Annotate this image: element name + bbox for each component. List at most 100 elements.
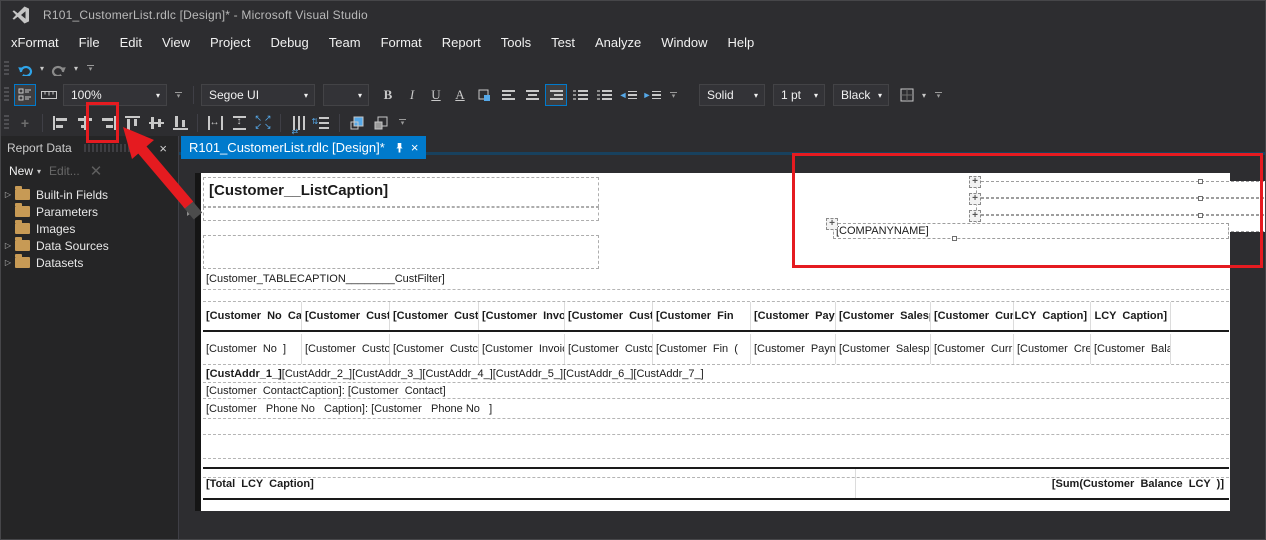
- toolbar-overflow-icon[interactable]: ▾: [670, 91, 677, 100]
- menu-xformat[interactable]: xFormat: [1, 31, 69, 54]
- pin-icon[interactable]: [139, 142, 149, 154]
- selection-handle[interactable]: [952, 236, 958, 241]
- increase-indent-button[interactable]: ►: [641, 84, 663, 106]
- selection-handle[interactable]: [1197, 179, 1203, 184]
- data-cell[interactable]: [Customer Invoic: [479, 334, 565, 364]
- zoom-combobox[interactable]: 100% ▾: [63, 84, 167, 106]
- font-name-combobox[interactable]: Segoe UI ▾: [201, 84, 315, 106]
- border-width-combobox[interactable]: 1 pt ▾: [773, 84, 825, 106]
- make-same-width-button[interactable]: ↔: [204, 112, 226, 134]
- close-icon[interactable]: ×: [159, 141, 167, 156]
- tab-close-icon[interactable]: ×: [411, 140, 419, 155]
- decrease-indent-button[interactable]: ◄: [617, 84, 639, 106]
- header-cell[interactable]: [Customer Invoi: [479, 302, 565, 330]
- expander-icon[interactable]: ▷: [1, 190, 15, 199]
- panel-title-bar[interactable]: Report Data ×: [1, 136, 178, 160]
- menu-window[interactable]: Window: [651, 31, 717, 54]
- data-cell[interactable]: [Customer Custc: [302, 334, 390, 364]
- move-handle-icon[interactable]: +: [969, 176, 981, 188]
- company-name-textbox[interactable]: + [COMPANYNAME]: [826, 218, 1229, 241]
- data-cell[interactable]: [Customer Salesper: [836, 334, 931, 364]
- data-cell[interactable]: [Customer Custc: [390, 334, 479, 364]
- table-total-row[interactable]: [Total LCY Caption] [Sum(Customer Balanc…: [203, 469, 1229, 500]
- toolbar-grip[interactable]: [4, 114, 9, 131]
- data-cell[interactable]: [Customer Credi: [1014, 334, 1091, 364]
- list-caption-textbox[interactable]: [Customer__ListCaption]: [203, 177, 599, 207]
- menu-help[interactable]: Help: [717, 31, 764, 54]
- delete-icon[interactable]: ✕: [90, 162, 103, 180]
- tree-item-datasets[interactable]: ▷ Datasets: [1, 254, 178, 271]
- total-sum-cell[interactable]: [Sum(Customer Balance LCY )]: [856, 469, 1229, 498]
- align-text-left-button[interactable]: [497, 84, 519, 106]
- header-cell[interactable]: [Customer Fin: [653, 302, 751, 330]
- header-cell[interactable]: [Customer Cust: [565, 302, 653, 330]
- font-size-combobox[interactable]: ▾: [323, 84, 369, 106]
- align-bottoms-button[interactable]: [169, 112, 191, 134]
- menu-view[interactable]: View: [152, 31, 200, 54]
- header-cell[interactable]: [Customer Custo: [302, 302, 390, 330]
- bullet-list-button[interactable]: [593, 84, 615, 106]
- make-same-height-button[interactable]: ↕: [228, 112, 250, 134]
- report-data-toggle-button[interactable]: [14, 84, 36, 106]
- data-cell[interactable]: [1171, 334, 1229, 364]
- menu-file[interactable]: File: [69, 31, 110, 54]
- toolbar-grip[interactable]: [4, 60, 9, 77]
- bring-to-front-button[interactable]: [346, 112, 368, 134]
- header-cell[interactable]: [1171, 302, 1229, 330]
- move-handle-icon[interactable]: +: [969, 193, 981, 205]
- bold-button[interactable]: B: [377, 84, 399, 106]
- menu-edit[interactable]: Edit: [110, 31, 152, 54]
- data-cell[interactable]: [Customer Balan: [1091, 334, 1171, 364]
- make-same-size-button[interactable]: ↖ ↘ ↗ ↙: [252, 112, 274, 134]
- header-cell[interactable]: [Customer Salespe: [836, 302, 931, 330]
- toolbar-grip[interactable]: [4, 87, 9, 103]
- document-tab[interactable]: R101_CustomerList.rdlc [Design]* ×: [181, 136, 427, 159]
- move-handle-icon[interactable]: +: [969, 210, 981, 222]
- header-cell[interactable]: [Customer Payn: [751, 302, 836, 330]
- redo-dropdown-icon[interactable]: ▾: [74, 64, 78, 73]
- underline-button[interactable]: U: [425, 84, 447, 106]
- data-cell[interactable]: [Customer Fin (: [653, 334, 751, 364]
- numbered-list-button[interactable]: [569, 84, 591, 106]
- header-cell[interactable]: [Customer Cust: [390, 302, 479, 330]
- new-button[interactable]: New: [9, 164, 33, 178]
- data-cell[interactable]: [Customer No ]: [203, 334, 302, 364]
- table-header-row[interactable]: [Customer No Car [Customer Custo [Custom…: [203, 301, 1229, 332]
- undo-button[interactable]: [14, 58, 36, 80]
- selection-handle[interactable]: [1197, 213, 1203, 218]
- tree-item-data-sources[interactable]: ▷ Data Sources: [1, 237, 178, 254]
- table-data-row[interactable]: [Customer No ] [Customer Custc [Customer…: [203, 334, 1229, 365]
- toolbar-overflow-icon[interactable]: ▾: [87, 65, 95, 73]
- data-cell[interactable]: [Customer Custc: [565, 334, 653, 364]
- header-empty-textbox[interactable]: [203, 235, 599, 269]
- expander-icon[interactable]: ▷: [1, 258, 15, 267]
- edit-button[interactable]: Edit...: [49, 164, 80, 178]
- tree-item-parameters[interactable]: Parameters: [1, 203, 178, 220]
- tree-item-built-in-fields[interactable]: ▷ Built-in Fields: [1, 186, 178, 203]
- toolbar-overflow-icon[interactable]: ▾: [935, 91, 943, 100]
- customer-contact-row[interactable]: [Customer ContactCaption]: [Customer Con…: [203, 383, 1229, 399]
- selection-handle[interactable]: [1197, 196, 1203, 201]
- header-empty-textbox[interactable]: [203, 207, 599, 221]
- total-caption-cell[interactable]: [Total LCY Caption]: [203, 469, 856, 498]
- align-tops-button[interactable]: [121, 112, 143, 134]
- font-color-button[interactable]: A: [449, 84, 471, 106]
- align-text-right-button[interactable]: [545, 84, 567, 106]
- new-dropdown-icon[interactable]: ▾: [37, 167, 41, 176]
- header-cell[interactable]: [Customer Curr: [931, 302, 1014, 330]
- data-cell[interactable]: [Customer Curr(: [931, 334, 1014, 364]
- menu-report[interactable]: Report: [432, 31, 491, 54]
- menu-project[interactable]: Project: [200, 31, 260, 54]
- data-cell[interactable]: [Customer Paym: [751, 334, 836, 364]
- border-color-combobox[interactable]: Black ▾: [833, 84, 889, 106]
- header-cell[interactable]: e LCY Caption]: [1091, 302, 1171, 330]
- vertical-spacing-button[interactable]: ⇅: [311, 112, 333, 134]
- expander-icon[interactable]: ▷: [1, 241, 15, 250]
- fill-color-button[interactable]: [473, 84, 495, 106]
- align-lefts-button[interactable]: [49, 112, 71, 134]
- align-centers-button[interactable]: [73, 112, 95, 134]
- page-number-textbox[interactable]: + [PageNumber]: [969, 193, 1265, 215]
- snap-to-grid-button[interactable]: +: [14, 112, 36, 134]
- horizontal-spacing-button[interactable]: ⇄: [287, 112, 309, 136]
- align-middles-button[interactable]: [145, 112, 167, 134]
